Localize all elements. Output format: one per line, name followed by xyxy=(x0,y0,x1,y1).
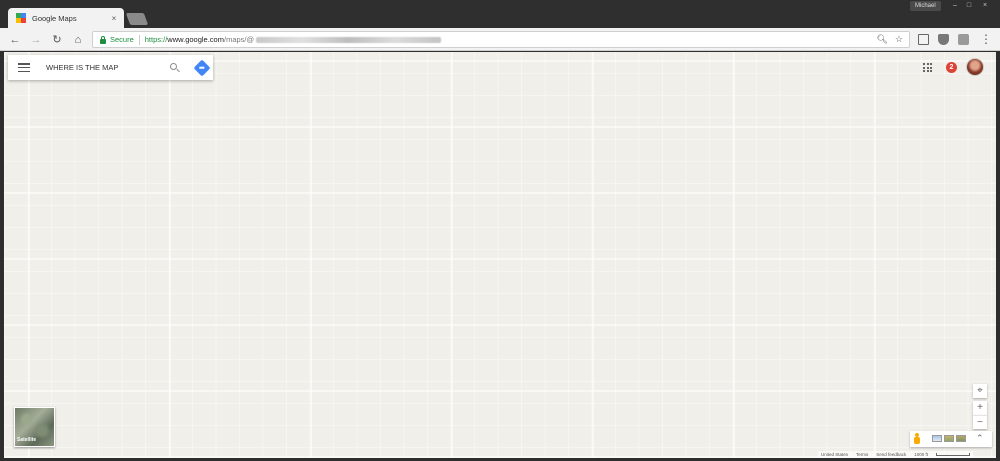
search-icon[interactable] xyxy=(168,61,182,75)
search-input[interactable] xyxy=(46,63,164,72)
extension-icon[interactable] xyxy=(958,34,969,45)
omnibox-icons: 🔍︎ ☆ xyxy=(876,34,903,45)
url-scheme: https:// xyxy=(144,35,168,44)
browser-toolbar: ← → ↻ ⌂ Secure https:// www.google.com /… xyxy=(0,28,1000,51)
scale-label[interactable]: 1000 ft xyxy=(914,452,928,457)
layer-thumbnail-2[interactable] xyxy=(944,435,954,442)
expand-chevron-icon[interactable]: ⌃ xyxy=(976,433,984,444)
close-window-button[interactable]: × xyxy=(978,0,992,11)
url-path: /maps/@ xyxy=(223,35,255,44)
address-bar[interactable]: Secure https:// www.google.com /maps/@ 🔍… xyxy=(92,31,910,48)
zoom-in-button[interactable]: + xyxy=(973,401,987,415)
reload-button[interactable]: ↻ xyxy=(50,33,64,47)
menu-icon[interactable] xyxy=(18,63,30,72)
satellite-label: Satellite xyxy=(17,437,37,443)
tab-title: Google Maps xyxy=(32,13,77,23)
bookmark-star-icon[interactable]: ☆ xyxy=(895,34,903,45)
satellite-toggle[interactable]: Satellite xyxy=(14,407,55,447)
footer-feedback-link[interactable]: Send feedback xyxy=(876,452,906,457)
google-maps-favicon-icon xyxy=(16,13,26,23)
avatar[interactable] xyxy=(966,58,984,76)
apps-grid-icon[interactable] xyxy=(923,63,932,72)
maximize-button[interactable]: □ xyxy=(962,0,976,11)
pegman-icon[interactable] xyxy=(914,433,920,445)
lock-icon xyxy=(98,35,108,45)
footer-terms-link[interactable]: Terms xyxy=(856,452,868,457)
cast-icon[interactable] xyxy=(918,34,929,45)
secure-label: Secure xyxy=(110,35,134,44)
address-divider xyxy=(138,34,140,45)
browser-menu-icon[interactable]: ⋮ xyxy=(979,32,993,46)
tab-close-icon[interactable]: × xyxy=(108,14,120,23)
footer-region[interactable]: United States xyxy=(821,452,848,457)
map-footer: United States Terms Send feedback 1000 f… xyxy=(818,451,974,458)
forward-button[interactable]: → xyxy=(29,33,43,47)
back-button[interactable]: ← xyxy=(8,33,22,47)
url-host: www.google.com xyxy=(167,35,224,44)
map-canvas[interactable] xyxy=(4,52,996,458)
zoom-out-button[interactable]: − xyxy=(973,415,987,429)
profile-name-badge[interactable]: Michael xyxy=(910,1,941,11)
browser-window: Google Maps × Michael – □ × ← → ↻ ⌂ Secu… xyxy=(0,0,1000,461)
shield-extension-icon[interactable] xyxy=(938,34,949,45)
url-redacted-coordinates xyxy=(256,36,442,43)
directions-icon[interactable] xyxy=(193,59,211,76)
tab-strip: Google Maps × Michael – □ × xyxy=(0,0,1000,28)
scale-bar xyxy=(936,453,971,456)
map-search-box xyxy=(8,55,213,80)
layer-thumbnail-1[interactable] xyxy=(932,435,942,442)
tab-google-maps[interactable]: Google Maps × xyxy=(8,8,124,28)
notification-badge[interactable]: 2 xyxy=(946,62,957,73)
home-button[interactable]: ⌂ xyxy=(71,33,85,47)
zoom-icon[interactable]: 🔍︎ xyxy=(876,34,887,45)
new-tab-button[interactable] xyxy=(125,13,149,25)
layer-thumbnail-3[interactable] xyxy=(956,435,966,442)
minimize-button[interactable]: – xyxy=(948,0,962,11)
my-location-button[interactable]: ⌖ xyxy=(973,384,987,398)
